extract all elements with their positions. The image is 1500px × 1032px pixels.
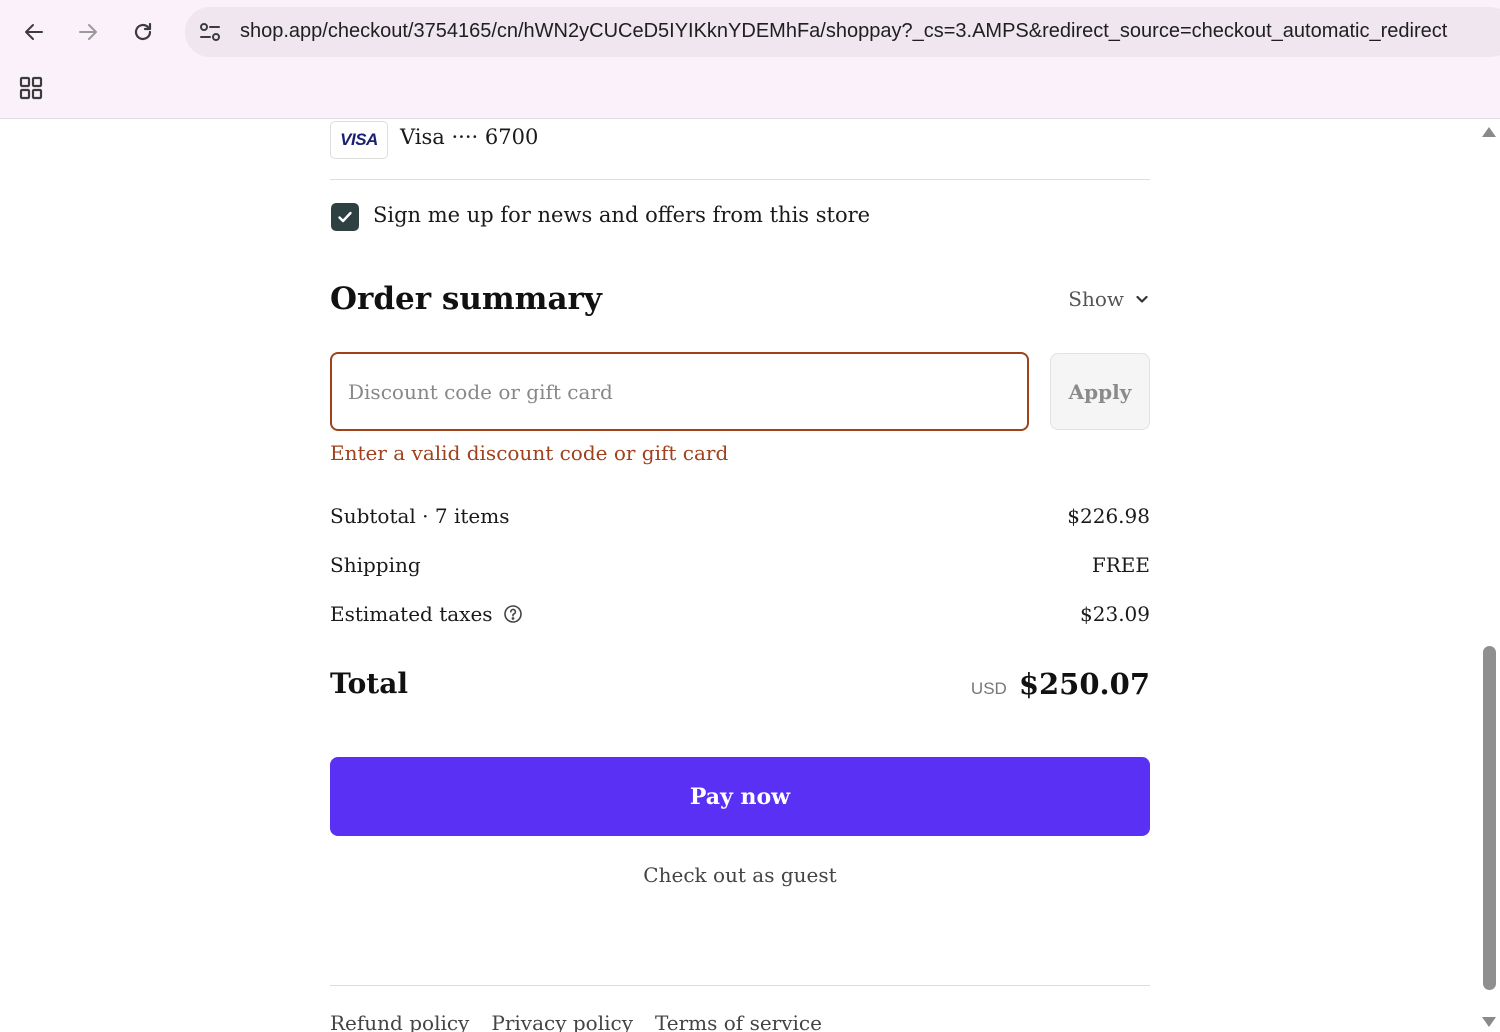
apply-button[interactable]: Apply: [1050, 353, 1150, 430]
footer-divider: [330, 985, 1150, 986]
shipping-row: Shipping FREE: [330, 553, 1150, 583]
payment-method: VISA Visa ···· 6700: [330, 121, 1150, 161]
arrow-right-icon: [79, 24, 97, 40]
subtotal-label: Subtotal · 7 items: [330, 504, 510, 528]
reload-button[interactable]: [123, 12, 163, 52]
discount-code-input[interactable]: [330, 352, 1029, 431]
checkmark-icon: [338, 211, 352, 223]
terms-of-service-link[interactable]: Terms of service: [655, 1011, 822, 1032]
browser-toolbar: shop.app/checkout/3754165/cn/hWN2yCUCeD5…: [0, 0, 1500, 119]
forward-button[interactable]: [68, 12, 108, 52]
help-circle-icon[interactable]: [503, 604, 523, 624]
checkout-as-guest-link[interactable]: Check out as guest: [330, 863, 1150, 887]
chevron-down-icon: [1136, 295, 1148, 303]
subtotal-row: Subtotal · 7 items $226.98: [330, 504, 1150, 534]
pay-now-button[interactable]: Pay now: [330, 757, 1150, 836]
newsletter-checkbox[interactable]: [331, 203, 359, 231]
show-summary-toggle[interactable]: Show: [1068, 287, 1150, 311]
taxes-value: $23.09: [1080, 602, 1150, 626]
total-label: Total: [330, 667, 409, 700]
apps-grid-icon[interactable]: [18, 75, 44, 101]
currency-code: USD: [970, 679, 1007, 698]
scroll-down-arrow-icon[interactable]: [1482, 1017, 1496, 1027]
back-button[interactable]: [14, 12, 54, 52]
scroll-up-arrow-icon[interactable]: [1482, 127, 1496, 137]
taxes-label-group: Estimated taxes: [330, 602, 523, 626]
scrollbar-thumb[interactable]: [1483, 646, 1496, 990]
refund-policy-link[interactable]: Refund policy: [330, 1011, 469, 1032]
shipping-label: Shipping: [330, 553, 421, 577]
taxes-label: Estimated taxes: [330, 602, 493, 626]
show-label: Show: [1068, 287, 1124, 311]
divider: [330, 179, 1150, 180]
total-amount: $250.07: [1018, 667, 1150, 701]
total-amount-group: USD $250.07: [971, 667, 1150, 701]
site-settings-icon[interactable]: [197, 19, 223, 45]
newsletter-row[interactable]: Sign me up for news and offers from this…: [330, 203, 1150, 233]
privacy-policy-link[interactable]: Privacy policy: [491, 1011, 633, 1032]
subtotal-value: $226.98: [1067, 504, 1150, 528]
total-row: Total USD $250.07: [330, 667, 1150, 707]
card-text: Visa ···· 6700: [400, 125, 539, 149]
arrow-left-icon: [25, 24, 43, 40]
address-bar[interactable]: shop.app/checkout/3754165/cn/hWN2yCUCeD5…: [185, 7, 1500, 57]
order-summary-title: Order summary: [330, 281, 602, 317]
reload-icon: [134, 22, 152, 41]
footer-links: Refund policy Privacy policy Terms of se…: [330, 1011, 822, 1032]
newsletter-label[interactable]: Sign me up for news and offers from this…: [373, 203, 870, 227]
url-text: shop.app/checkout/3754165/cn/hWN2yCUCeD5…: [240, 20, 1448, 42]
shipping-value: FREE: [1091, 553, 1150, 577]
discount-error-message: Enter a valid discount code or gift card: [330, 441, 729, 465]
taxes-row: Estimated taxes $23.09: [330, 602, 1150, 632]
visa-logo-icon: VISA: [330, 121, 388, 159]
